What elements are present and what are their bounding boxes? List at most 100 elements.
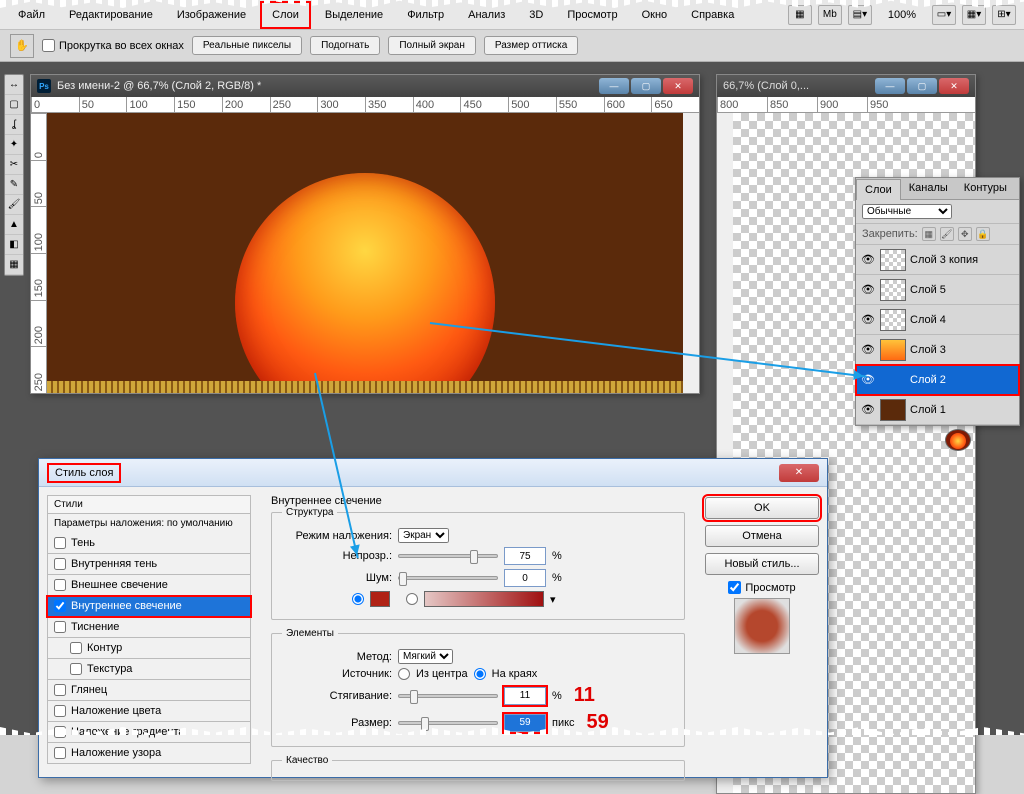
ok-button[interactable]: OK xyxy=(705,497,819,519)
style-item[interactable]: Наложение цвета xyxy=(47,701,251,722)
new-style-button[interactable]: Новый стиль... xyxy=(705,553,819,575)
style-item[interactable]: Наложение градиента xyxy=(47,722,251,743)
dialog-titlebar[interactable]: Стиль слоя ✕ xyxy=(39,459,827,487)
menu-window[interactable]: Окно xyxy=(632,3,678,27)
view-extras-icon[interactable]: ▤▾ xyxy=(848,5,872,25)
style-item[interactable]: Тень xyxy=(47,533,251,554)
gradient-swatch[interactable] xyxy=(424,591,544,607)
lock-all-icon[interactable]: 🔒 xyxy=(976,227,990,241)
workspace-icon[interactable]: ⊞▾ xyxy=(992,5,1016,25)
style-checkbox[interactable] xyxy=(54,684,66,696)
tab-channels[interactable]: Каналы xyxy=(901,178,956,199)
layer-thumbnail[interactable] xyxy=(880,279,906,301)
menu-file[interactable]: Файл xyxy=(8,3,55,27)
style-item[interactable]: Текстура xyxy=(47,659,251,680)
size-input[interactable] xyxy=(504,714,546,732)
style-item[interactable]: Тиснение xyxy=(47,617,251,638)
noise-input[interactable] xyxy=(504,569,546,587)
effect-blend-mode-select[interactable]: Экран xyxy=(398,528,449,543)
minimize-button[interactable]: — xyxy=(599,78,629,94)
eraser-tool-icon[interactable]: ◧ xyxy=(5,235,23,255)
menu-analysis[interactable]: Анализ xyxy=(458,3,515,27)
mini-bridge-icon[interactable]: Mb xyxy=(818,5,842,25)
menu-filter[interactable]: Фильтр xyxy=(397,3,454,27)
blend-mode-select[interactable]: Обычные xyxy=(862,204,952,219)
opacity-slider[interactable] xyxy=(398,554,498,558)
tab-paths[interactable]: Контуры xyxy=(956,178,1015,199)
maximize-button[interactable]: ▢ xyxy=(631,78,661,94)
gradient-radio[interactable] xyxy=(406,593,418,605)
screen-mode-icon[interactable]: ▭▾ xyxy=(932,5,956,25)
layer-row[interactable]: 👁 Слой 3 копия xyxy=(856,245,1019,275)
close-button[interactable]: ✕ xyxy=(663,78,693,94)
launch-bridge-icon[interactable]: ▦ xyxy=(788,5,812,25)
eyedropper-tool-icon[interactable]: ✎ xyxy=(5,175,23,195)
source-center-radio[interactable] xyxy=(398,668,410,680)
layer-row[interactable]: 👁 Слой 1 xyxy=(856,395,1019,425)
lock-paint-icon[interactable]: 🖌 xyxy=(940,227,954,241)
color-swatch[interactable] xyxy=(370,591,390,607)
style-checkbox[interactable] xyxy=(54,726,66,738)
gradient-tool-icon[interactable]: ▦ xyxy=(5,255,23,275)
layer-row[interactable]: 👁 Слой 5 xyxy=(856,275,1019,305)
visibility-eye-icon[interactable]: 👁 xyxy=(860,402,876,418)
visibility-eye-icon[interactable]: 👁 xyxy=(860,342,876,358)
move-tool-icon[interactable]: ↔ xyxy=(5,75,23,95)
layer-thumbnail[interactable] xyxy=(880,249,906,271)
visibility-eye-icon[interactable]: 👁 xyxy=(860,282,876,298)
style-checkbox[interactable] xyxy=(54,537,66,549)
lock-position-icon[interactable]: ✥ xyxy=(958,227,972,241)
style-checkbox[interactable] xyxy=(54,600,66,612)
style-item[interactable]: Внешнее свечение xyxy=(47,575,251,596)
wand-tool-icon[interactable]: ✦ xyxy=(5,135,23,155)
lock-transparent-icon[interactable]: ▦ xyxy=(922,227,936,241)
style-checkbox[interactable] xyxy=(70,663,82,675)
style-checkbox[interactable] xyxy=(54,705,66,717)
full-screen-button[interactable]: Полный экран xyxy=(388,36,476,55)
style-checkbox[interactable] xyxy=(54,579,66,591)
layer-row[interactable]: 👁 Слой 2 xyxy=(856,365,1019,395)
style-item[interactable]: Внутренняя тень xyxy=(47,554,251,575)
arrange-docs-icon[interactable]: ▦▾ xyxy=(962,5,986,25)
style-checkbox[interactable] xyxy=(70,642,82,654)
color-radio[interactable] xyxy=(352,593,364,605)
menu-view[interactable]: Просмотр xyxy=(557,3,627,27)
style-item[interactable]: Контур xyxy=(47,638,251,659)
layer-thumbnail[interactable] xyxy=(880,339,906,361)
dialog-close-button[interactable]: ✕ xyxy=(779,464,819,482)
zoom-level[interactable]: 100% xyxy=(878,3,926,27)
layer-row[interactable]: 👁 Слой 3 xyxy=(856,335,1019,365)
menu-select[interactable]: Выделение xyxy=(315,3,393,27)
actual-pixels-button[interactable]: Реальные пикселы xyxy=(192,36,302,55)
fit-screen-button[interactable]: Подогнать xyxy=(310,36,380,55)
style-checkbox[interactable] xyxy=(54,747,66,759)
stamp-tool-icon[interactable]: ▲ xyxy=(5,215,23,235)
layer-thumbnail[interactable] xyxy=(880,399,906,421)
style-checkbox[interactable] xyxy=(54,558,66,570)
lasso-tool-icon[interactable]: ʆ xyxy=(5,115,23,135)
visibility-eye-icon[interactable]: 👁 xyxy=(860,252,876,268)
layer-row[interactable]: 👁 Слой 4 xyxy=(856,305,1019,335)
gradient-chevron-icon[interactable]: ▾ xyxy=(550,593,556,606)
brush-tool-icon[interactable]: 🖌 xyxy=(5,195,23,215)
choke-input[interactable] xyxy=(504,687,546,705)
tab-layers[interactable]: Слои xyxy=(856,179,901,200)
method-select[interactable]: Мягкий xyxy=(398,649,453,664)
print-size-button[interactable]: Размер оттиска xyxy=(484,36,578,55)
preview-checkbox[interactable] xyxy=(728,581,741,594)
cancel-button[interactable]: Отмена xyxy=(705,525,819,547)
style-item[interactable]: Внутреннее свечение xyxy=(47,596,251,617)
style-item[interactable]: Наложение узора xyxy=(47,743,251,764)
layer-thumbnail[interactable] xyxy=(880,309,906,331)
hand-tool-icon[interactable]: ✋ xyxy=(10,34,34,58)
choke-slider[interactable] xyxy=(398,694,498,698)
menu-layers[interactable]: Слои xyxy=(260,1,311,29)
canvas[interactable] xyxy=(47,113,683,393)
size-slider[interactable] xyxy=(398,721,498,725)
minimize-button-2[interactable]: — xyxy=(875,78,905,94)
blending-defaults[interactable]: Параметры наложения: по умолчанию xyxy=(47,513,251,533)
opacity-input[interactable] xyxy=(504,547,546,565)
layer-thumbnail[interactable] xyxy=(945,429,971,451)
marquee-tool-icon[interactable]: ▢ xyxy=(5,95,23,115)
scroll-all-checkbox[interactable]: Прокрутка во всех окнах xyxy=(42,39,184,52)
